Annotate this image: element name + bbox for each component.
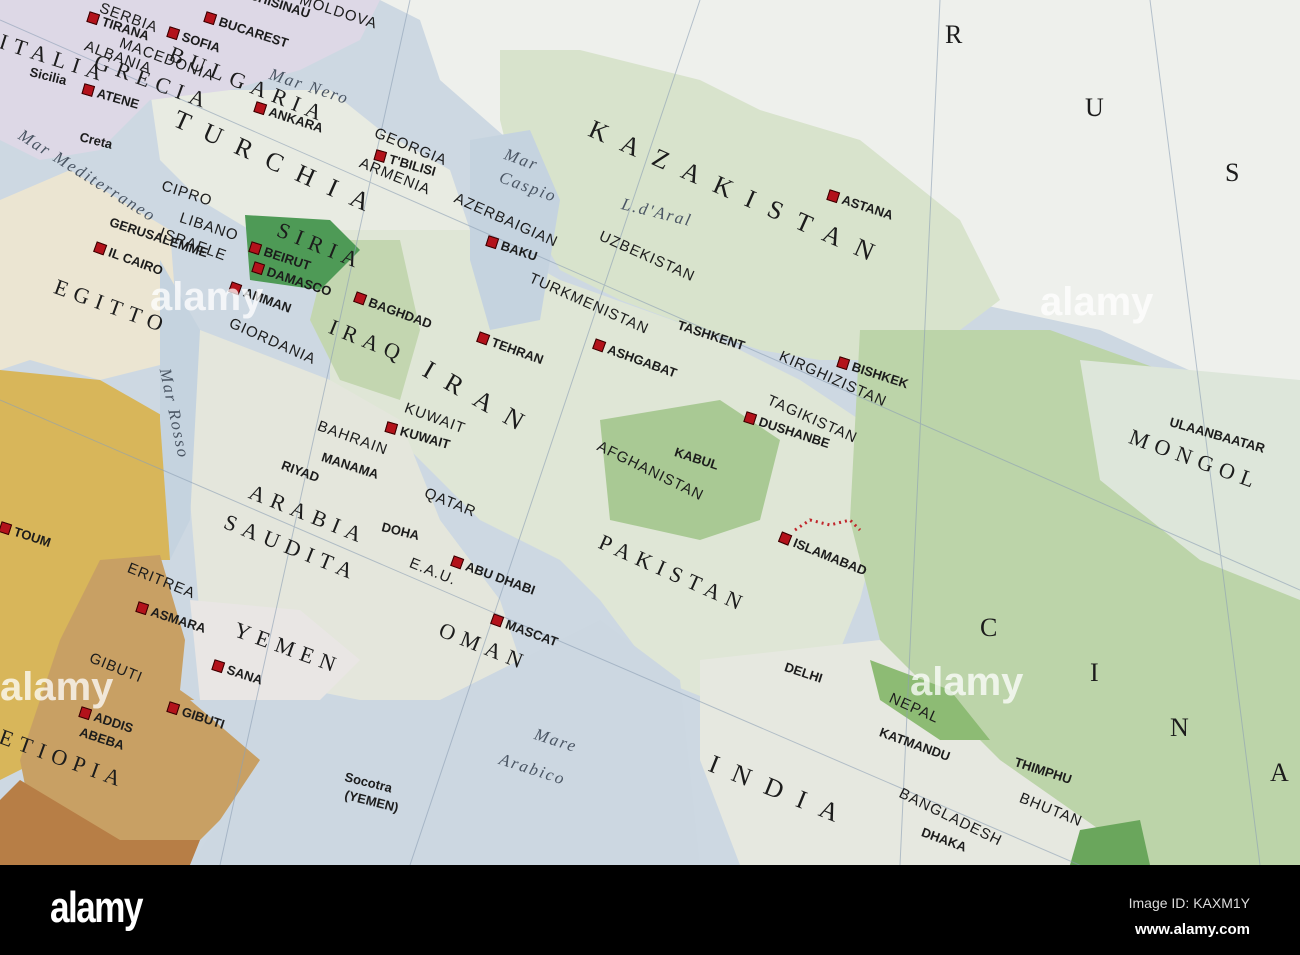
watermark-text: alamy	[910, 660, 1024, 704]
map-view[interactable]: R U S KAZAKISTAN TURCHIA SIRIA EGITTO IRAQ IRAN A…	[0, 0, 1300, 865]
watermark-text: alamy	[150, 275, 264, 319]
watermark-text: alamy	[1040, 280, 1154, 324]
watermark-footer: alamy Image ID: KAXM1Y www.alamy.com	[0, 865, 1300, 955]
site-url: www.alamy.com	[1134, 921, 1250, 938]
country-label-cina-i: I	[1090, 658, 1115, 687]
alamy-logo: alamy	[50, 883, 143, 932]
country-label-cina-n: N	[1170, 713, 1205, 742]
watermark-text: alamy	[0, 665, 114, 709]
country-label-cina-c: C	[980, 613, 1014, 642]
country-label-rus1: R	[945, 20, 979, 49]
country-label-cina-a: A	[1270, 758, 1300, 787]
country-label-rus3: S	[1225, 158, 1256, 187]
country-label-rus2: U	[1085, 93, 1120, 122]
image-id: Image ID: KAXM1Y	[1128, 895, 1250, 911]
